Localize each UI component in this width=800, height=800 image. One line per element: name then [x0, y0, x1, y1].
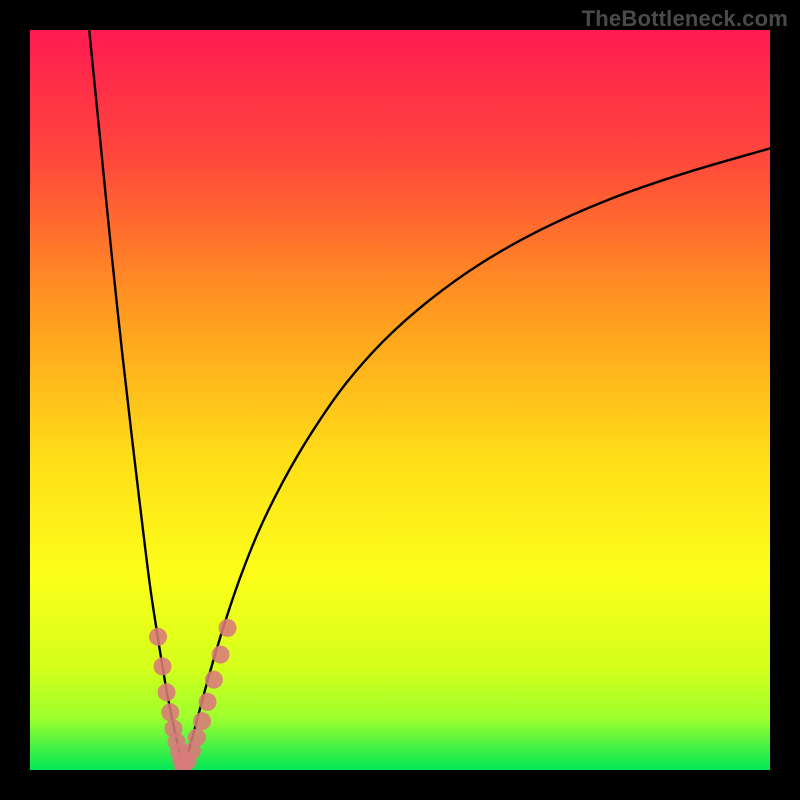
chart-frame: TheBottleneck.com	[0, 0, 800, 800]
marker-dot	[161, 703, 179, 721]
plot-area	[30, 30, 770, 770]
marker-dot	[188, 728, 206, 746]
marker-dot	[153, 657, 171, 675]
marker-dot	[212, 646, 230, 664]
marker-dot	[219, 619, 237, 637]
watermark-text: TheBottleneck.com	[582, 6, 788, 32]
marker-dot	[199, 693, 217, 711]
gradient-background	[30, 30, 770, 770]
marker-dot	[205, 671, 223, 689]
marker-dot	[193, 712, 211, 730]
marker-dot	[158, 683, 176, 701]
marker-dot	[149, 628, 167, 646]
chart-svg	[30, 30, 770, 770]
